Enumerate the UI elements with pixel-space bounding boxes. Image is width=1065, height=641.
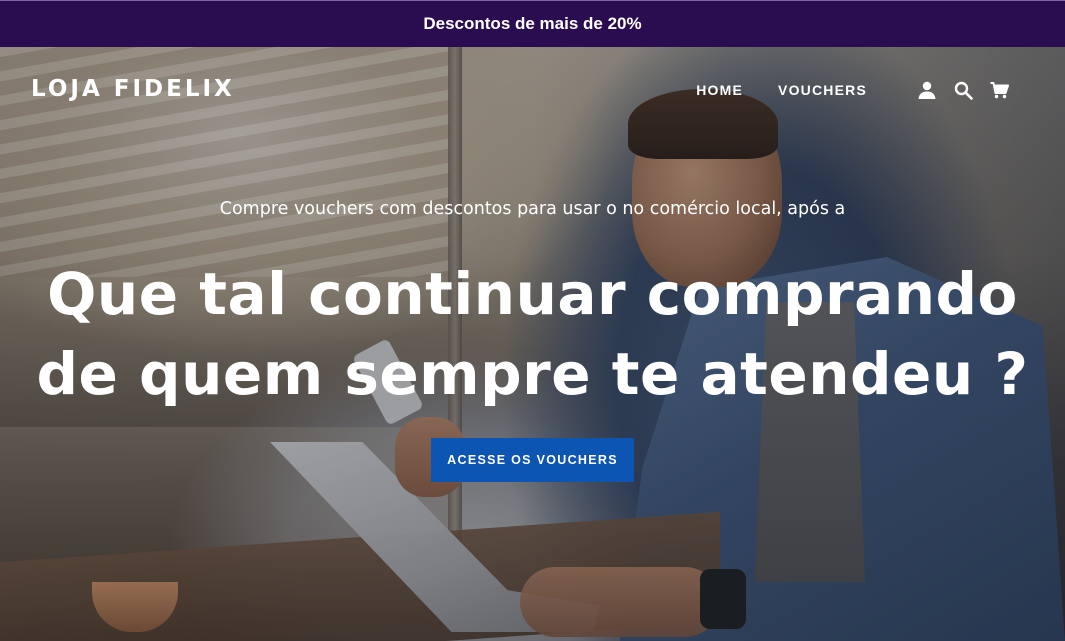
nav-home-link[interactable]: HOME	[696, 82, 743, 98]
announcement-text: Descontos de mais de 20%	[423, 14, 642, 33]
announcement-bar: Descontos de mais de 20%	[0, 0, 1065, 47]
access-vouchers-button[interactable]: ACESSE OS VOUCHERS	[431, 438, 634, 482]
main-nav: HOME VOUCHERS	[696, 79, 1010, 101]
hero-content: Compre vouchers com descontos para usar …	[0, 197, 1065, 482]
hero-headline: Que tal continuar comprando de quem semp…	[36, 260, 1029, 408]
search-icon[interactable]	[952, 79, 974, 101]
hero-section: LOJA FIDELIX HOME VOUCHERS Compre vouche…	[0, 47, 1065, 641]
hero-subheading: Compre vouchers com descontos para usar …	[219, 199, 846, 219]
account-icon[interactable]	[916, 79, 938, 101]
site-logo[interactable]: LOJA FIDELIX	[31, 76, 235, 102]
nav-vouchers-link[interactable]: VOUCHERS	[778, 82, 867, 98]
site-header: LOJA FIDELIX HOME VOUCHERS	[0, 47, 1065, 137]
cart-icon[interactable]	[988, 79, 1010, 101]
